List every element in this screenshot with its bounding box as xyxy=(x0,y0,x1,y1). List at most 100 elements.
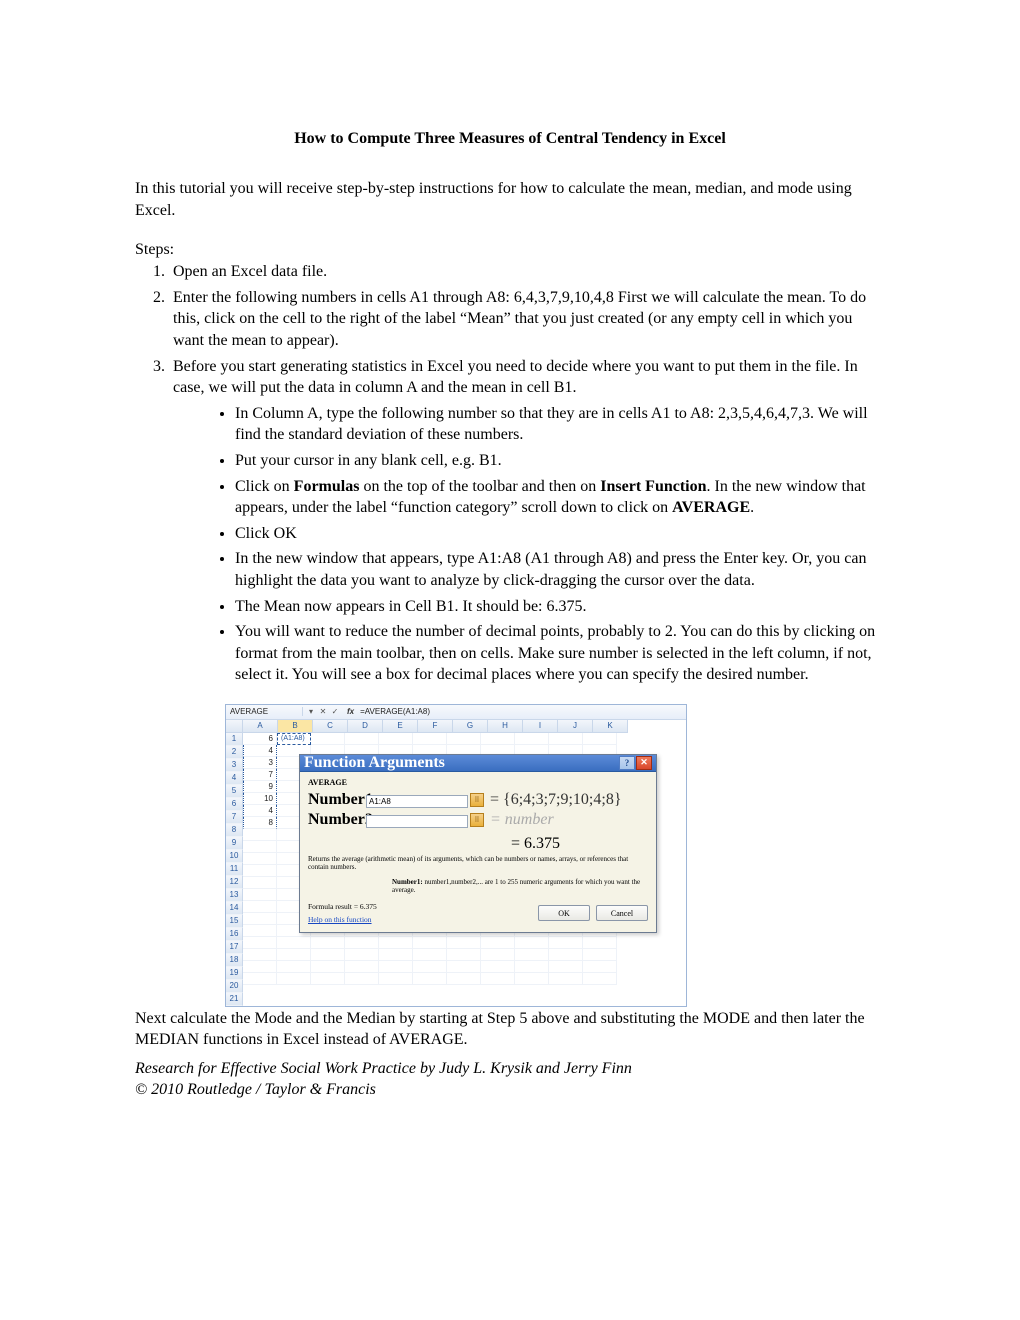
cell[interactable]: 10 xyxy=(243,793,277,805)
row-header[interactable]: 12 xyxy=(226,876,243,889)
fx-icon[interactable]: fx xyxy=(343,707,358,716)
cell[interactable] xyxy=(515,973,549,985)
cell[interactable]: 4 xyxy=(243,745,277,757)
cell[interactable] xyxy=(413,961,447,973)
cell[interactable] xyxy=(345,961,379,973)
col-header[interactable]: B xyxy=(278,720,313,733)
cell[interactable] xyxy=(515,961,549,973)
cell[interactable] xyxy=(583,973,617,985)
cell[interactable] xyxy=(243,949,277,961)
formula-input[interactable]: =AVERAGE(A1:A8) xyxy=(358,707,686,716)
collapse-dialog-icon[interactable]: ⠿ xyxy=(470,813,484,827)
cell[interactable] xyxy=(243,937,277,949)
collapse-dialog-icon[interactable]: ⠿ xyxy=(470,793,484,807)
cell[interactable]: 6 xyxy=(243,733,277,745)
cell[interactable] xyxy=(583,937,617,949)
cell[interactable] xyxy=(583,733,617,745)
cell[interactable] xyxy=(243,877,277,889)
cell[interactable] xyxy=(379,949,413,961)
cell[interactable] xyxy=(379,961,413,973)
cell[interactable] xyxy=(243,961,277,973)
row-header[interactable]: 11 xyxy=(226,863,243,876)
cell[interactable] xyxy=(311,961,345,973)
cell[interactable] xyxy=(549,973,583,985)
row-header[interactable]: 8 xyxy=(226,824,243,837)
cell[interactable] xyxy=(515,949,549,961)
cell[interactable] xyxy=(481,937,515,949)
cell[interactable] xyxy=(277,961,311,973)
cell[interactable] xyxy=(379,937,413,949)
col-header[interactable]: D xyxy=(348,720,383,733)
row-header[interactable]: 7 xyxy=(226,811,243,824)
cell[interactable] xyxy=(379,733,413,745)
cell[interactable] xyxy=(277,949,311,961)
cell[interactable] xyxy=(515,937,549,949)
cancel-button[interactable]: Cancel xyxy=(596,905,648,921)
cell[interactable] xyxy=(243,841,277,853)
cell[interactable] xyxy=(549,949,583,961)
cell[interactable] xyxy=(277,973,311,985)
cell[interactable] xyxy=(345,973,379,985)
cell[interactable] xyxy=(243,853,277,865)
col-header[interactable]: E xyxy=(383,720,418,733)
cell[interactable]: 8 xyxy=(243,817,277,829)
cell[interactable] xyxy=(311,733,345,745)
row-header[interactable]: 16 xyxy=(226,928,243,941)
cell[interactable] xyxy=(549,961,583,973)
cell[interactable] xyxy=(447,949,481,961)
enter-entry-icon[interactable]: ✓ xyxy=(330,707,340,717)
row-header[interactable]: 17 xyxy=(226,941,243,954)
row-header[interactable]: 9 xyxy=(226,837,243,850)
cell[interactable]: 4 xyxy=(243,805,277,817)
row-header[interactable]: 10 xyxy=(226,850,243,863)
cell[interactable] xyxy=(447,973,481,985)
cell[interactable] xyxy=(413,973,447,985)
cell[interactable] xyxy=(311,973,345,985)
row-header[interactable]: 6 xyxy=(226,798,243,811)
col-header[interactable]: C xyxy=(313,720,348,733)
cell[interactable] xyxy=(345,949,379,961)
cell[interactable]: 3 xyxy=(243,757,277,769)
cell[interactable]: 9 xyxy=(243,781,277,793)
ok-button[interactable]: OK xyxy=(538,905,590,921)
cell[interactable] xyxy=(447,937,481,949)
cell[interactable] xyxy=(413,937,447,949)
cell[interactable] xyxy=(345,733,379,745)
cell[interactable] xyxy=(447,961,481,973)
row-header[interactable]: 15 xyxy=(226,915,243,928)
cell[interactable] xyxy=(481,733,515,745)
cell[interactable] xyxy=(481,949,515,961)
cell[interactable] xyxy=(413,733,447,745)
cell[interactable] xyxy=(243,865,277,877)
name-box[interactable]: AVERAGE xyxy=(226,707,303,716)
cell[interactable] xyxy=(277,937,311,949)
cell[interactable] xyxy=(447,733,481,745)
col-header[interactable]: H xyxy=(488,720,523,733)
arg2-input[interactable] xyxy=(366,815,468,828)
cell[interactable] xyxy=(243,925,277,937)
cell[interactable] xyxy=(583,949,617,961)
col-header[interactable]: K xyxy=(593,720,628,733)
col-header[interactable]: F xyxy=(418,720,453,733)
cell[interactable] xyxy=(311,937,345,949)
cell[interactable] xyxy=(549,733,583,745)
row-header[interactable]: 21 xyxy=(226,993,243,1006)
row-header[interactable]: 2 xyxy=(226,746,243,759)
cell[interactable] xyxy=(345,937,379,949)
cell[interactable] xyxy=(243,889,277,901)
row-header[interactable]: 13 xyxy=(226,889,243,902)
cell[interactable] xyxy=(413,949,447,961)
cell[interactable] xyxy=(379,973,413,985)
cell[interactable] xyxy=(481,973,515,985)
dialog-close-button[interactable]: ✕ xyxy=(636,756,652,770)
row-header[interactable]: 20 xyxy=(226,980,243,993)
row-header[interactable]: 14 xyxy=(226,902,243,915)
cell[interactable] xyxy=(243,901,277,913)
cell[interactable] xyxy=(243,829,277,841)
row-header[interactable]: 1 xyxy=(226,733,243,746)
dialog-help-button[interactable]: ? xyxy=(619,756,635,770)
cell[interactable] xyxy=(243,913,277,925)
cell-b1[interactable]: (A1:A8) xyxy=(277,733,311,745)
help-link[interactable]: Help on this function xyxy=(308,915,377,924)
dropdown-icon[interactable]: ▾ xyxy=(306,707,316,717)
